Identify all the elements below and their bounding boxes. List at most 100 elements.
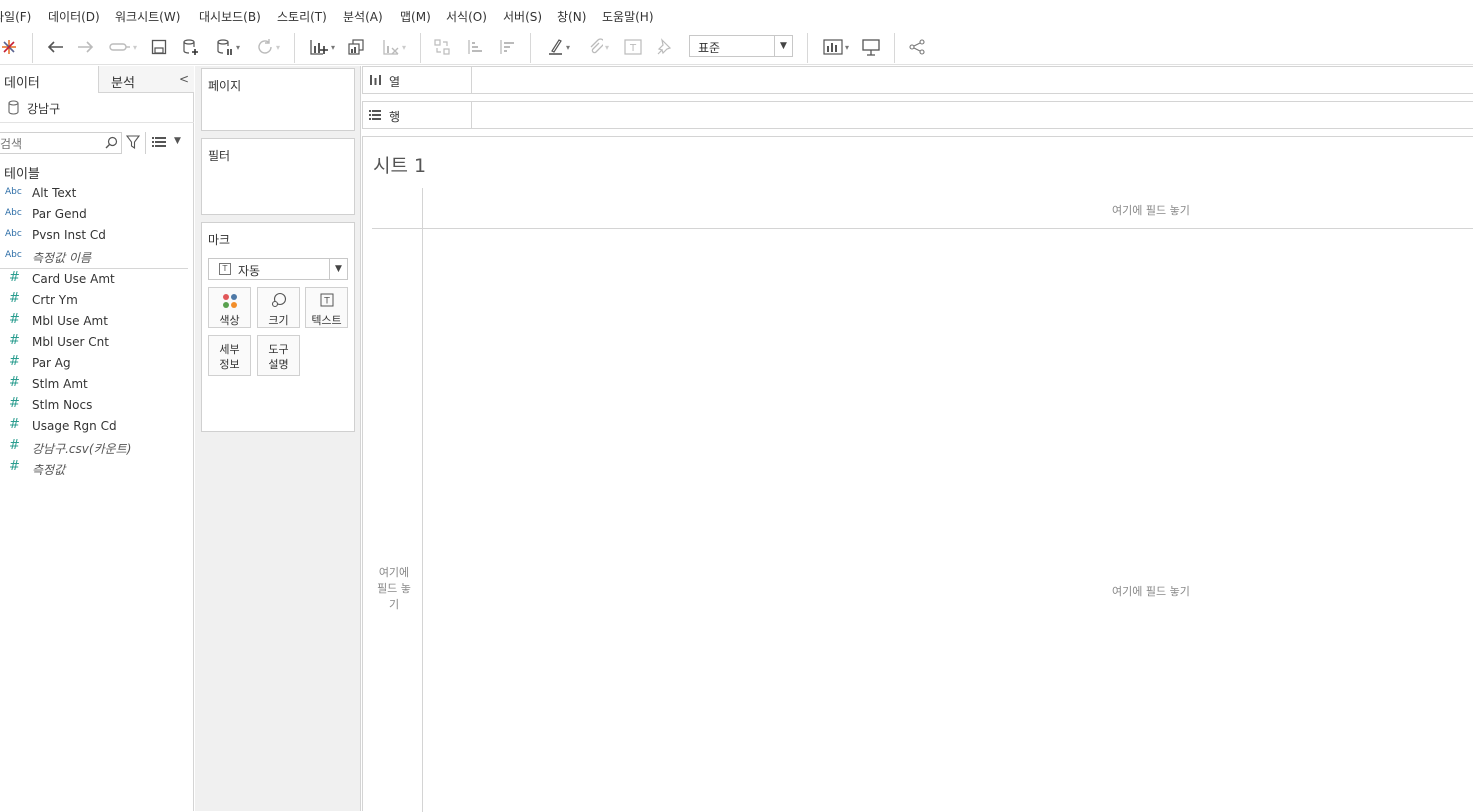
number-type-icon: #	[9, 270, 20, 285]
text-mark-icon: T	[219, 263, 231, 275]
filter-icon[interactable]	[126, 135, 140, 149]
marks-title: 마크	[208, 233, 231, 247]
show-mark-labels-icon[interactable]: T	[623, 36, 643, 58]
size-button[interactable]: 크기	[257, 287, 300, 328]
toolbar-separator	[894, 33, 895, 63]
tableau-logo-icon[interactable]	[0, 36, 18, 58]
duplicate-sheet-icon[interactable]	[346, 36, 366, 58]
label-label: 텍스트	[311, 314, 342, 327]
number-type-icon: #	[9, 333, 20, 348]
tab-data[interactable]: 데이터	[0, 66, 98, 93]
sort-ascending-icon[interactable]	[465, 36, 485, 58]
field-card-use-amt[interactable]: # Card Use Amt	[0, 270, 190, 290]
share-icon[interactable]	[907, 36, 927, 58]
field-stlm-amt[interactable]: # Stlm Amt	[0, 375, 190, 395]
highlight-icon[interactable]: ▾	[543, 36, 575, 58]
data-pane: 데이터 분석 < 강남구 ▼ 테이블 Abc Alt Text Abc Par …	[0, 66, 194, 811]
view-options-icon[interactable]	[152, 137, 166, 147]
redo-icon[interactable]	[76, 36, 96, 58]
size-label: 크기	[268, 314, 289, 327]
fix-axes-icon[interactable]	[654, 36, 674, 58]
field-label: Crtr Ym	[32, 293, 78, 307]
rows-shelf[interactable]: 행	[362, 101, 1473, 129]
menu-format[interactable]: 서식(O)	[446, 8, 487, 25]
replay-icon[interactable]: ▾	[105, 36, 141, 58]
filters-card[interactable]: 필터	[201, 138, 355, 215]
label-button[interactable]: T 텍스트	[305, 287, 348, 328]
filters-title: 필터	[208, 149, 231, 163]
menu-file[interactable]: 파일(F)	[0, 8, 31, 25]
undo-icon[interactable]	[45, 36, 65, 58]
drop-field-center[interactable]: 여기에 필드 놓기	[1112, 583, 1190, 599]
menu-window[interactable]: 창(N)	[557, 8, 586, 25]
field-stlm-nocs[interactable]: # Stlm Nocs	[0, 396, 190, 416]
field-pvsn-inst-cd[interactable]: Abc Pvsn Inst Cd	[0, 226, 190, 246]
dimension-measure-divider	[0, 268, 188, 269]
menu-bar: 파일(F) 데이터(D) 워크시트(W) 대시보드(B) 스토리(T) 분석(A…	[0, 0, 1473, 29]
field-measure-values[interactable]: # 측정값	[0, 459, 190, 479]
string-type-icon: Abc	[5, 208, 22, 218]
tooltip-button[interactable]: 도구 설명	[257, 335, 300, 376]
search-row: ▼	[0, 132, 194, 156]
menu-map[interactable]: 맵(M)	[400, 8, 431, 25]
columns-shelf-label: 열	[363, 67, 472, 93]
field-label: Par Gend	[32, 207, 87, 221]
search-icon	[105, 136, 118, 149]
field-label: 측정값 이름	[32, 251, 92, 265]
toolbar-separator	[530, 33, 531, 63]
datasource-item[interactable]: 강남구	[0, 93, 194, 123]
pages-card[interactable]: 페이지	[201, 68, 355, 131]
field-alt-text[interactable]: Abc Alt Text	[0, 184, 190, 204]
field-mbl-user-cnt[interactable]: # Mbl User Cnt	[0, 333, 190, 353]
save-icon[interactable]	[150, 36, 168, 58]
drop-field-rows[interactable]: 여기에 필드 놓기	[373, 565, 415, 613]
pause-updates-icon[interactable]: ▾	[212, 36, 244, 58]
view-divider-vertical	[422, 188, 423, 812]
field-par-ag[interactable]: # Par Ag	[0, 354, 190, 374]
mark-type-dropdown[interactable]: T 자동 ▼	[208, 258, 348, 280]
sheet-title[interactable]: 시트 1	[373, 151, 426, 178]
detail-label: 세부 정보	[219, 343, 240, 371]
field-mbl-use-amt[interactable]: # Mbl Use Amt	[0, 312, 190, 332]
detail-button[interactable]: 세부 정보	[208, 335, 251, 376]
new-datasource-icon[interactable]	[181, 36, 201, 58]
columns-shelf[interactable]: 열	[362, 66, 1473, 94]
menu-data[interactable]: 데이터(D)	[48, 8, 100, 25]
field-usage-rgn-cd[interactable]: # Usage Rgn Cd	[0, 417, 190, 437]
show-me-icon[interactable]: ▾	[819, 36, 853, 58]
menu-help[interactable]: 도움말(H)	[602, 8, 654, 25]
field-crtr-ym[interactable]: # Crtr Ym	[0, 291, 190, 311]
string-type-icon: Abc	[5, 250, 22, 260]
chevron-down-icon: ▼	[329, 259, 347, 279]
number-type-icon: #	[9, 375, 20, 390]
color-dots-icon	[223, 294, 237, 308]
menu-analysis[interactable]: 분석(A)	[343, 8, 383, 25]
number-type-icon: #	[9, 396, 20, 411]
swap-rows-columns-icon[interactable]	[432, 36, 452, 58]
toolbar: ▾ ▾ ▾ ▾ ▾ ▾ ▾ T 표준 ▼ ▾	[0, 29, 1473, 65]
menu-worksheet[interactable]: 워크시트(W)	[115, 8, 180, 25]
toolbar-separator	[807, 33, 808, 63]
field-label: Mbl User Cnt	[32, 335, 109, 349]
chevron-down-icon[interactable]: ▼	[174, 136, 181, 146]
field-record-count[interactable]: # 강남구.csv(카운트)	[0, 438, 190, 458]
field-label: Mbl Use Amt	[32, 314, 108, 328]
field-par-gend[interactable]: Abc Par Gend	[0, 205, 190, 225]
menu-server[interactable]: 서버(S)	[503, 8, 542, 25]
field-label: Stlm Nocs	[32, 398, 93, 412]
menu-story[interactable]: 스토리(T)	[277, 8, 327, 25]
clear-sheet-icon[interactable]: ▾	[376, 36, 412, 58]
rows-icon	[369, 110, 381, 120]
field-measure-names[interactable]: Abc 측정값 이름	[0, 247, 190, 267]
new-worksheet-icon[interactable]: ▾	[304, 36, 340, 58]
menu-dashboard[interactable]: 대시보드(B)	[199, 8, 261, 25]
drop-field-columns[interactable]: 여기에 필드 놓기	[1112, 202, 1190, 218]
fit-dropdown[interactable]: 표준 ▼	[689, 35, 793, 57]
presentation-mode-icon[interactable]	[861, 36, 881, 58]
search-input[interactable]	[0, 132, 122, 154]
collapse-pane-icon[interactable]: <	[179, 72, 189, 86]
refresh-icon[interactable]: ▾	[250, 36, 286, 58]
group-members-icon[interactable]: ▾	[583, 36, 615, 58]
color-button[interactable]: 색상	[208, 287, 251, 328]
sort-descending-icon[interactable]	[497, 36, 517, 58]
